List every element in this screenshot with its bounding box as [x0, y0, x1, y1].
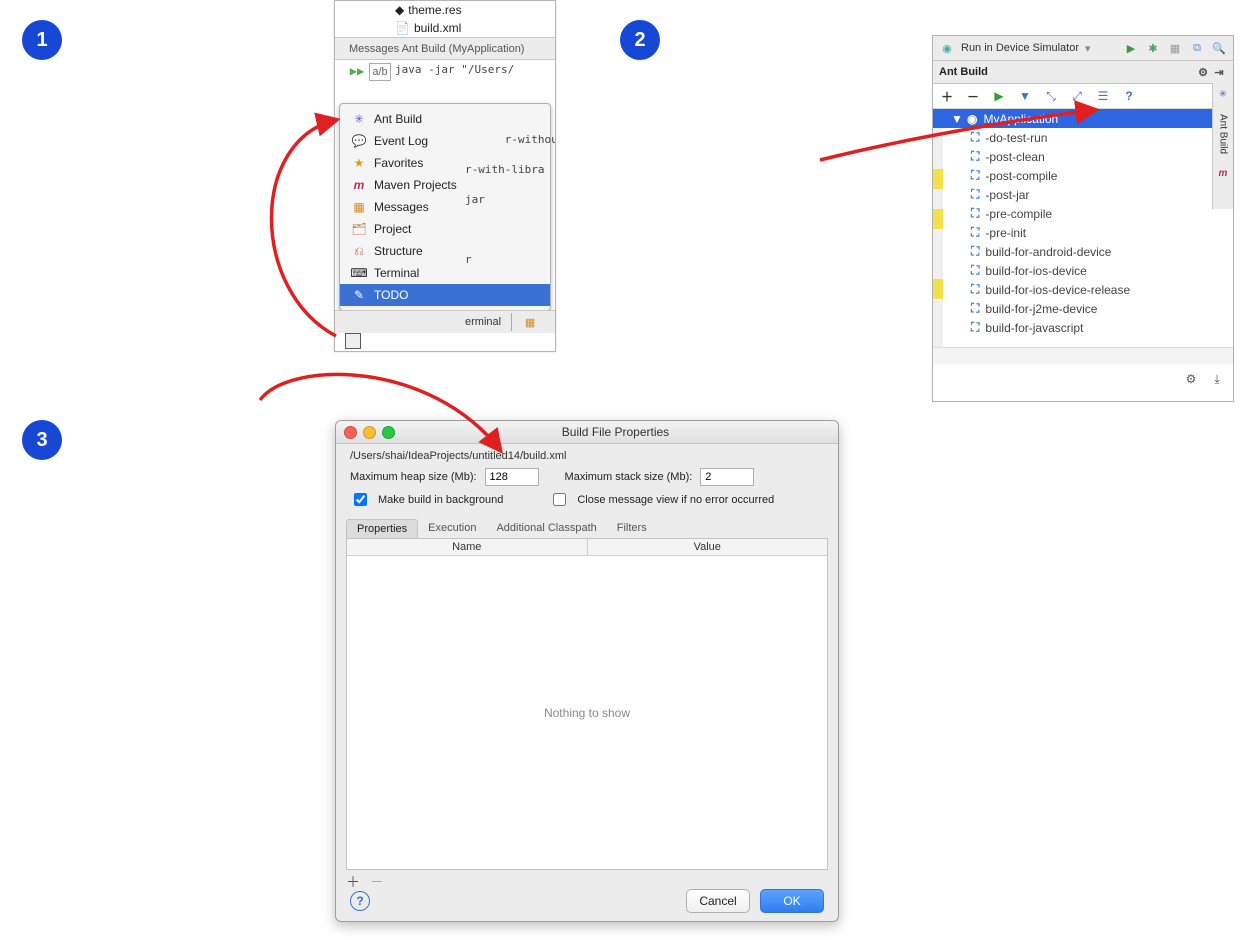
filter-icon[interactable]: ▼: [1017, 88, 1033, 104]
ant-target[interactable]: ⛶-do-test-run: [951, 128, 1233, 147]
tool-terminal-tab[interactable]: erminal: [465, 316, 501, 328]
expand-icon[interactable]: ▼: [951, 112, 961, 126]
run-icon[interactable]: ▶: [1123, 40, 1139, 56]
ant-targets-tree[interactable]: ▼ ◉ MyApplication ⛶-do-test-run ⛶-post-c…: [951, 109, 1233, 337]
ant-target[interactable]: ⛶-pre-init: [951, 223, 1233, 242]
console-line-1: java -jar "/Users/: [395, 63, 514, 76]
bottom-app-icon[interactable]: ▦: [522, 314, 538, 330]
structure-icon: ⎌: [352, 244, 366, 258]
ant-target[interactable]: ⛶build-for-ios-device: [951, 261, 1233, 280]
ant-target[interactable]: ⛶-post-jar: [951, 185, 1233, 204]
side-ant-label[interactable]: Ant Build: [1218, 114, 1229, 154]
xml-file-icon: 📄: [395, 21, 410, 35]
col-name[interactable]: Name: [347, 539, 588, 555]
debug-icon[interactable]: ✱: [1145, 40, 1161, 56]
app-icon: ◉: [939, 40, 955, 56]
table-empty-text: Nothing to show: [347, 556, 827, 869]
properties-table: Name Value Nothing to show: [346, 538, 828, 870]
step-3-badge: 3: [22, 420, 62, 460]
maven-m-icon: m: [352, 178, 366, 192]
rerun-icon[interactable]: ▶▶: [349, 63, 365, 79]
ant-icon: ✳: [352, 112, 366, 126]
messages-tool-header[interactable]: Messages Ant Build (MyApplication): [335, 37, 555, 60]
minimize-icon[interactable]: [363, 426, 376, 439]
background-label: Make build in background: [378, 494, 503, 506]
star-icon: ★: [352, 156, 366, 170]
heap-input[interactable]: [485, 468, 539, 486]
col-value[interactable]: Value: [588, 539, 828, 555]
tab-execution[interactable]: Execution: [418, 519, 486, 538]
ok-button[interactable]: OK: [760, 889, 824, 913]
theme-file-icon: ◆: [395, 3, 404, 17]
build-file-properties-dialog: Build File Properties /Users/shai/IdeaPr…: [335, 420, 839, 922]
help-button[interactable]: ?: [350, 891, 370, 911]
ide-messages-panel: ◆ theme.res 📄 build.xml Messages Ant Bui…: [334, 0, 556, 352]
background-checkbox[interactable]: [354, 493, 367, 506]
expand-all-icon[interactable]: ⤡: [1043, 88, 1059, 104]
cover-icon[interactable]: ▦: [1167, 40, 1183, 56]
tab-filters[interactable]: Filters: [607, 519, 657, 538]
terminal-icon: ⌨: [352, 266, 366, 280]
chevron-down-icon: ▾: [1085, 42, 1091, 55]
right-side-tabs: ✳ Ant Build m: [1212, 83, 1233, 209]
tab-properties[interactable]: Properties: [346, 519, 418, 538]
ant-build-tool-window: ◉ Run in Device Simulator ▾ ▶ ✱ ▦ ⧉ 🔍 An…: [932, 35, 1234, 402]
project-structure-icon[interactable]: ⧉: [1189, 40, 1205, 56]
run-target-icon[interactable]: ▶: [991, 88, 1007, 104]
ant-target[interactable]: ⛶build-for-ios-device-release: [951, 280, 1233, 299]
info-icon: ▦: [352, 200, 366, 214]
editor-gutter: [933, 109, 943, 347]
ab-icon[interactable]: a/b: [369, 63, 391, 81]
remove-icon[interactable]: －: [965, 88, 981, 104]
ant-target[interactable]: ⛶build-for-javascript: [951, 318, 1233, 337]
tool-windows-icon[interactable]: [345, 333, 361, 349]
hide-icon[interactable]: ⇥: [1211, 64, 1227, 80]
export-icon[interactable]: ⤓: [1209, 371, 1225, 387]
run-config-dropdown[interactable]: Run in Device Simulator: [961, 42, 1079, 54]
side-ant-icon[interactable]: ✳: [1219, 89, 1227, 100]
ant-target[interactable]: ⛶build-for-android-device: [951, 242, 1233, 261]
close-msg-label: Close message view if no error occurred: [577, 494, 774, 506]
stack-label: Maximum stack size (Mb):: [565, 471, 693, 483]
cancel-button[interactable]: Cancel: [686, 889, 750, 913]
tab-additional-classpath[interactable]: Additional Classpath: [486, 519, 606, 538]
heap-label: Maximum heap size (Mb):: [350, 471, 477, 483]
bottom-tool-bar: erminal ▦: [335, 310, 555, 333]
properties-icon[interactable]: ☰: [1095, 88, 1111, 104]
ant-target[interactable]: ⛶build-for-j2me-device: [951, 299, 1233, 318]
help-icon[interactable]: ?: [1121, 88, 1137, 104]
project-icon: ◉: [967, 112, 977, 126]
gear-icon[interactable]: ⚙: [1195, 64, 1211, 80]
build-file-path: /Users/shai/IdeaProjects/untitled14/buil…: [336, 444, 838, 466]
step-2-badge: 2: [620, 20, 660, 60]
ant-target[interactable]: ⛶-pre-compile: [951, 204, 1233, 223]
step-1-badge: 1: [22, 20, 62, 60]
collapse-all-icon[interactable]: ⤢: [1069, 88, 1085, 104]
tool-window-title: Ant Build: [939, 66, 988, 78]
dialog-title: Build File Properties: [401, 425, 830, 439]
close-msg-checkbox[interactable]: [553, 493, 566, 506]
ant-target[interactable]: ⛶-post-compile: [951, 166, 1233, 185]
horizontal-scrollbar[interactable]: [933, 347, 1233, 364]
todo-icon: ✎: [352, 288, 366, 302]
ant-root-row[interactable]: ▼ ◉ MyApplication: [933, 109, 1233, 128]
folder-icon: 🗂: [352, 222, 366, 236]
search-icon[interactable]: 🔍: [1211, 40, 1227, 56]
close-icon[interactable]: [344, 426, 357, 439]
stack-input[interactable]: [700, 468, 754, 486]
speech-icon: 💬: [352, 134, 366, 148]
maximize-icon[interactable]: [382, 426, 395, 439]
add-icon[interactable]: ＋: [939, 88, 955, 104]
theme-file-name[interactable]: theme.res: [408, 3, 461, 17]
side-m-icon[interactable]: m: [1219, 168, 1228, 179]
ant-target[interactable]: ⛶-post-clean: [951, 147, 1233, 166]
build-file-name[interactable]: build.xml: [414, 21, 461, 35]
gear-icon[interactable]: ⚙: [1183, 371, 1199, 387]
